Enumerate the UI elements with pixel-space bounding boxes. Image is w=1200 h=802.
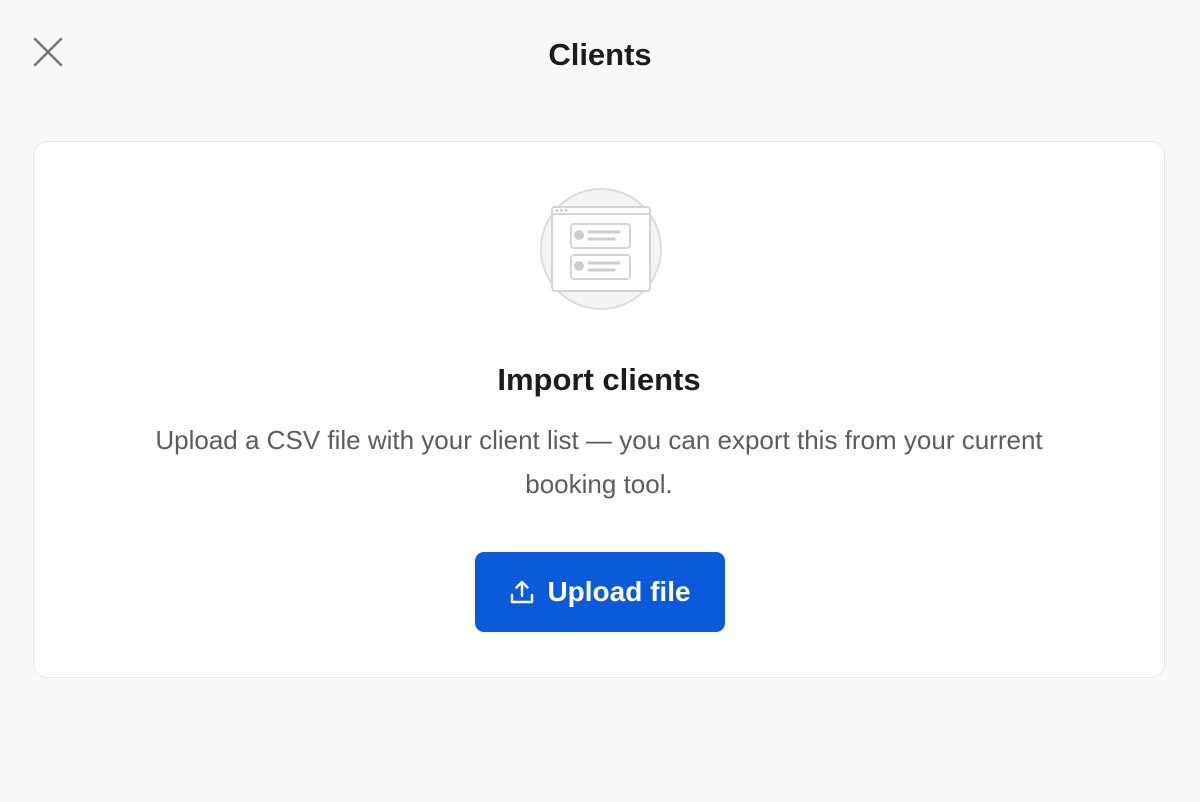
upload-icon <box>509 579 535 605</box>
import-heading: Import clients <box>497 362 701 397</box>
import-card: Import clients Upload a CSV file with yo… <box>33 141 1165 678</box>
upload-file-button[interactable]: Upload file <box>475 552 725 632</box>
import-description: Upload a CSV file with your client list … <box>155 425 1043 499</box>
client-list-illustration <box>539 187 663 311</box>
page-title: Clients <box>548 37 652 72</box>
upload-button-label: Upload file <box>547 576 691 607</box>
